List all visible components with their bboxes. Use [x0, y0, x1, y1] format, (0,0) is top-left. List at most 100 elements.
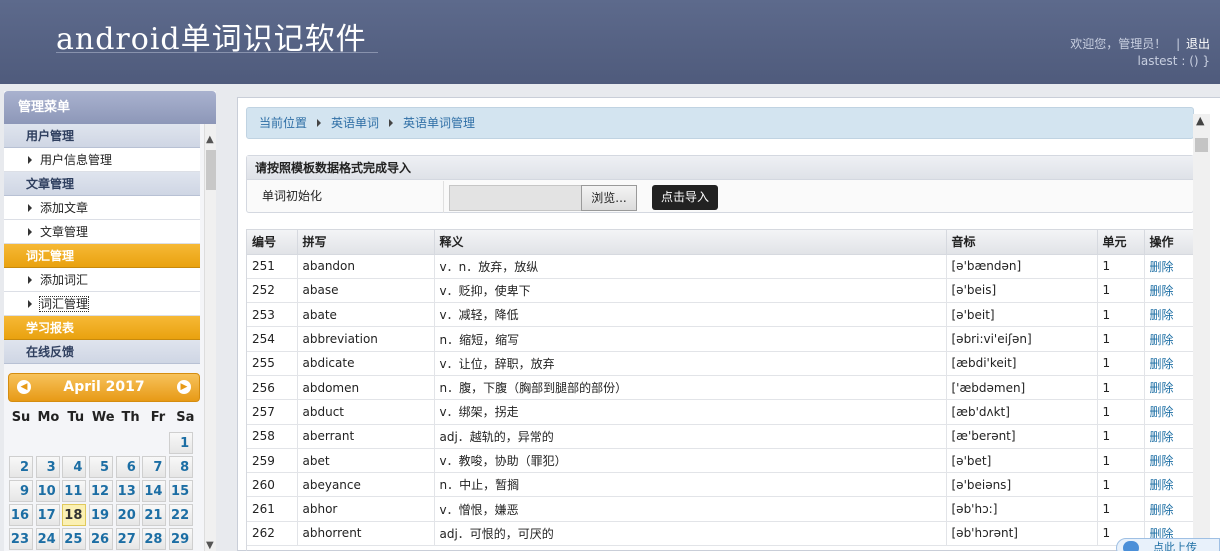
- table-cell: n．腹，下腹（胸部到腿部的部份）: [434, 375, 947, 401]
- table-cell: 261: [247, 496, 298, 522]
- table-cell: abate: [297, 302, 435, 328]
- calendar-day[interactable]: 28: [142, 528, 167, 550]
- menu-item-user-info[interactable]: 用户信息管理: [4, 148, 200, 172]
- delete-link[interactable]: 删除: [1144, 254, 1193, 279]
- calendar-day[interactable]: 13: [115, 480, 140, 502]
- upload-float-widget[interactable]: 点此上传: [1116, 538, 1220, 551]
- menu-item-vocabulary-manage[interactable]: 词汇管理: [4, 292, 200, 316]
- sidebar-scrollbar[interactable]: ▲ ▼: [204, 124, 216, 551]
- calendar-day[interactable]: 2: [9, 456, 33, 478]
- delete-link[interactable]: 删除: [1144, 351, 1193, 376]
- table-cell: 258: [247, 424, 298, 449]
- breadcrumb-item[interactable]: 英语单词: [331, 116, 379, 130]
- menu-group-vocabulary[interactable]: 词汇管理: [4, 244, 200, 268]
- calendar-day[interactable]: 27: [115, 528, 140, 550]
- menu-item-add-article[interactable]: 添加文章: [4, 196, 200, 220]
- calendar-day[interactable]: 1: [169, 432, 194, 454]
- table-row: 255 abdicate v．让位，辞职，放弃 [æbdi'keit] 1 删除: [247, 351, 1193, 376]
- table-cell: [æb'dʌkt]: [946, 399, 1098, 425]
- calendar-day[interactable]: 16: [9, 504, 33, 526]
- delete-link[interactable]: 删除: [1144, 472, 1193, 498]
- table-cell: 260: [247, 472, 298, 498]
- delete-link[interactable]: 删除: [1144, 302, 1193, 328]
- calendar-day[interactable]: 20: [115, 504, 140, 526]
- logout-link[interactable]: 退出: [1186, 37, 1210, 51]
- delete-link[interactable]: 删除: [1144, 424, 1193, 449]
- calendar-day[interactable]: 24: [35, 528, 60, 550]
- calendar-day[interactable]: 6: [115, 456, 140, 478]
- table-cell: abdomen: [297, 375, 435, 401]
- table-cell: abase: [297, 278, 435, 304]
- menu-group-article[interactable]: 文章管理: [4, 172, 200, 196]
- calendar-day[interactable]: 18: [62, 504, 87, 526]
- upload-icon: [1123, 541, 1139, 551]
- table-cell: 256: [247, 375, 298, 401]
- calendar-day[interactable]: 9: [9, 480, 33, 502]
- import-heading: 请按照模板数据格式完成导入: [247, 156, 1193, 180]
- import-button[interactable]: 点击导入: [652, 185, 718, 210]
- calendar-day[interactable]: 19: [89, 504, 114, 526]
- scroll-thumb[interactable]: [206, 150, 216, 190]
- browse-button[interactable]: 浏览...: [581, 185, 637, 211]
- menu-group-feedback[interactable]: 在线反馈: [4, 340, 200, 364]
- delete-link[interactable]: 删除: [1144, 399, 1193, 425]
- calendar-day[interactable]: 8: [169, 456, 194, 478]
- column-header: 音标: [946, 230, 1098, 255]
- calendar-day[interactable]: 25: [62, 528, 87, 550]
- calendar-day[interactable]: 17: [35, 504, 60, 526]
- main-panel: 当前位置 英语单词 英语单词管理 请按照模板数据格式完成导入 单词初始化 浏览...…: [237, 97, 1220, 551]
- calendar-week: 2345678: [8, 455, 200, 479]
- table-cell: n．中止，暂搁: [434, 472, 947, 498]
- delete-link[interactable]: 删除: [1144, 496, 1193, 522]
- calendar-weekday: Fr: [150, 410, 166, 425]
- calendar-day[interactable]: 22: [169, 504, 194, 526]
- table-cell: 1: [1097, 351, 1145, 376]
- menu-item-add-vocabulary[interactable]: 添加词汇: [4, 268, 200, 292]
- delete-link[interactable]: 删除: [1144, 448, 1193, 474]
- menu-group-study-report[interactable]: 学习报表: [4, 316, 200, 340]
- calendar-day[interactable]: 4: [62, 456, 87, 478]
- table-row: 253 abate v．减轻，降低 [ə'beit] 1 删除: [247, 302, 1193, 328]
- calendar-day[interactable]: 26: [89, 528, 114, 550]
- calendar-day[interactable]: 14: [142, 480, 167, 502]
- scroll-down-icon[interactable]: ▼: [206, 540, 214, 551]
- calendar-prev-icon[interactable]: ◀: [17, 380, 31, 394]
- sidebar-title: 管理菜单: [4, 91, 216, 124]
- calendar-next-icon[interactable]: ▶: [177, 380, 191, 394]
- calendar-day[interactable]: 10: [35, 480, 60, 502]
- table-row: 258 aberrant adj．越轨的，异常的 [æ'berənt] 1 删除: [247, 424, 1193, 449]
- file-path-input[interactable]: [449, 185, 582, 211]
- scroll-up-icon[interactable]: ▲: [206, 134, 214, 145]
- calendar-day[interactable]: 11: [62, 480, 87, 502]
- calendar-weekday: We: [91, 410, 115, 425]
- calendar-day[interactable]: 21: [142, 504, 167, 526]
- menu-group-user[interactable]: 用户管理: [4, 124, 200, 148]
- scroll-thumb[interactable]: [1195, 138, 1208, 152]
- main-scrollbar[interactable]: ▲: [1193, 114, 1210, 551]
- import-row: 单词初始化 浏览... 点击导入: [247, 181, 1193, 213]
- table-cell: [ə'beit]: [946, 302, 1098, 328]
- scroll-up-icon[interactable]: ▲: [1196, 114, 1204, 127]
- table-cell: adj．可恨的，可厌的: [434, 521, 947, 547]
- breadcrumb-arrow-icon: [317, 119, 322, 127]
- calendar-day[interactable]: 15: [169, 480, 194, 502]
- calendar-day[interactable]: 3: [35, 456, 60, 478]
- table-cell: v．教唆，协助（罪犯）: [434, 448, 947, 474]
- table-cell: v．n．放弃，放纵: [434, 254, 947, 279]
- calendar-weekdays: Su Mo Tu We Th Fr Sa: [8, 410, 200, 425]
- calendar-day[interactable]: 23: [9, 528, 33, 550]
- calendar-day[interactable]: 12: [89, 480, 114, 502]
- table-cell: 254: [247, 326, 298, 352]
- calendar-day[interactable]: 7: [142, 456, 167, 478]
- menu-item-label: 添加词汇: [40, 273, 89, 287]
- breadcrumb-item[interactable]: 英语单词管理: [403, 116, 475, 130]
- calendar-day[interactable]: 29: [169, 528, 194, 550]
- calendar-day[interactable]: 5: [89, 456, 114, 478]
- menu-item-article-manage[interactable]: 文章管理: [4, 220, 200, 244]
- column-header: 释义: [434, 230, 947, 255]
- delete-link[interactable]: 删除: [1144, 278, 1193, 304]
- table-cell: [ə'beiəns]: [946, 472, 1098, 498]
- delete-link[interactable]: 删除: [1144, 375, 1193, 401]
- delete-link[interactable]: 删除: [1144, 326, 1193, 352]
- table-cell: aberrant: [297, 424, 435, 449]
